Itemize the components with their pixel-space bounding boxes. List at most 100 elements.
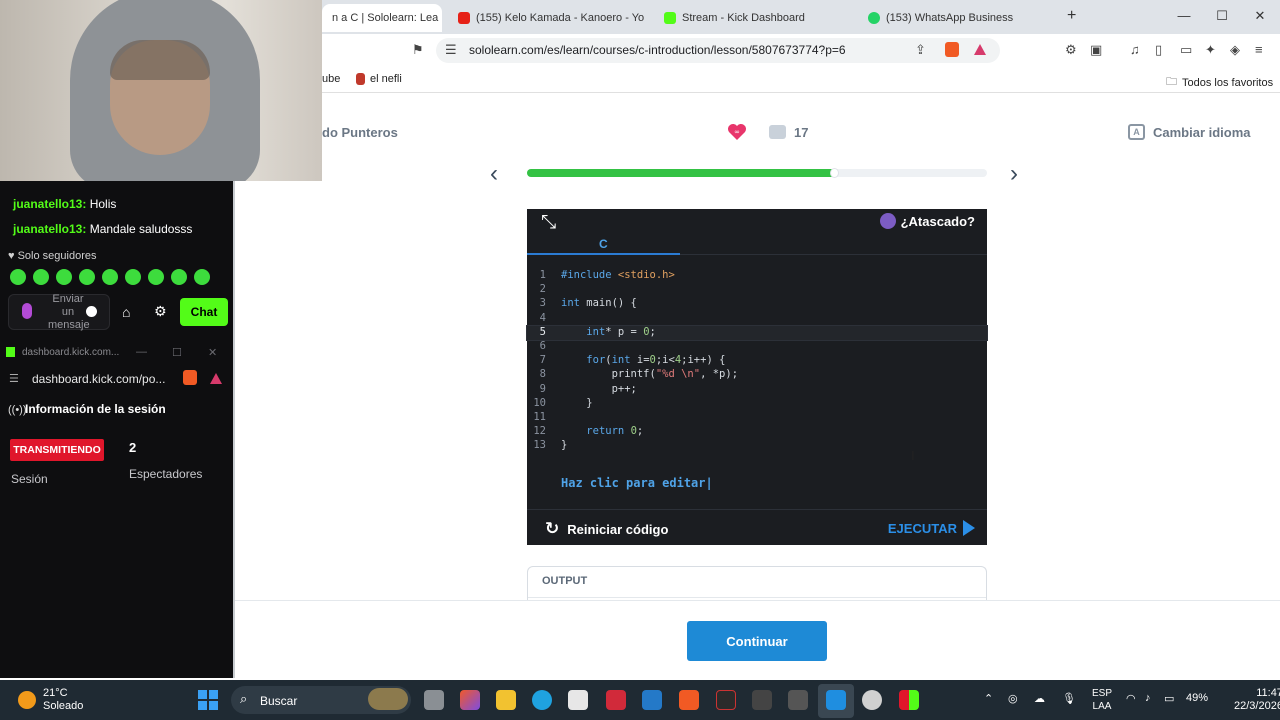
store-icon[interactable]: ⌂ [122, 304, 130, 320]
taskbar-clock[interactable]: 11:47 22/3/2026 [1234, 687, 1280, 713]
bookmark-ube[interactable]: ube [322, 73, 340, 85]
site-settings-icon[interactable]: ☰ [9, 372, 19, 385]
brave-shields-icon[interactable] [183, 370, 197, 385]
code-line[interactable]: 1 #include <stdio.h> [527, 269, 987, 283]
cloud-icon[interactable]: ☁ [1034, 692, 1045, 705]
active-app-icon[interactable] [826, 690, 846, 710]
brave-rewards-icon[interactable] [210, 373, 222, 384]
chat-username[interactable]: juanatello13: [13, 222, 86, 236]
leo-icon[interactable]: ✦ [1205, 42, 1216, 58]
heart-icon[interactable]: ∞ [727, 123, 747, 141]
wallet-icon[interactable]: ▭ [1180, 42, 1192, 58]
emoji-icon[interactable] [86, 306, 97, 317]
volume-icon[interactable]: ♪ [1145, 692, 1151, 704]
chevron-up-icon[interactable]: ⌃ [984, 692, 993, 705]
reset-code-button[interactable]: ↻ Reiniciar código [545, 519, 668, 539]
settings-app-icon[interactable] [788, 690, 808, 710]
code-line[interactable]: 4 [527, 312, 987, 326]
input-language[interactable]: ESP LAA [1092, 687, 1112, 713]
chat-send-button[interactable]: Chat [180, 298, 228, 326]
minimize-icon[interactable]: — [136, 346, 147, 358]
emote-icon[interactable] [125, 269, 141, 285]
site-settings-icon[interactable]: ☰ [445, 42, 457, 58]
emote-icon[interactable] [56, 269, 72, 285]
bookmark-folder-favorites[interactable]: 🗀 Todos los favoritos [1166, 73, 1273, 92]
brave-rewards-icon[interactable] [974, 44, 986, 55]
emote-icon[interactable] [148, 269, 164, 285]
gear-icon[interactable]: ⚙ [154, 303, 167, 320]
minimize-icon[interactable]: — [1174, 8, 1194, 23]
close-window-icon[interactable]: ✕ [1250, 8, 1270, 24]
comments-icon[interactable] [769, 125, 786, 139]
brave-icon[interactable] [679, 690, 699, 710]
mcafee-icon[interactable] [606, 690, 626, 710]
vpn-icon[interactable]: ◈ [1230, 42, 1240, 58]
emote-icon[interactable] [79, 269, 95, 285]
extensions-icon[interactable]: ⚙ [1065, 42, 1077, 58]
network-app-icon[interactable] [752, 690, 772, 710]
obs-icon[interactable] [716, 690, 736, 710]
wifi-icon[interactable]: ◠ [1126, 692, 1136, 705]
change-language-link[interactable]: Cambiar idioma [1153, 125, 1251, 140]
code-area[interactable]: 1 #include <stdio.h> 2 3 int main() {4 5 int*… [526, 269, 988, 453]
battery-icon[interactable]: ▭ [1164, 692, 1174, 705]
emote-icon[interactable] [10, 269, 26, 285]
vscode-icon[interactable] [642, 690, 662, 710]
expand-icon[interactable]: ⤡ [541, 212, 556, 234]
code-line[interactable]: 13} [527, 439, 987, 453]
emote-icon[interactable] [194, 269, 210, 285]
screenshot-icon[interactable]: ▣ [1090, 42, 1102, 58]
mic-icon[interactable] [22, 303, 32, 319]
emote-icon[interactable] [102, 269, 118, 285]
next-arrow-icon[interactable]: › [1010, 160, 1018, 188]
emote-icon[interactable] [33, 269, 49, 285]
previous-arrow-icon[interactable]: ‹ [490, 160, 498, 188]
close-icon[interactable]: ✕ [208, 346, 217, 359]
code-line[interactable]: 5 int* p = 0; [526, 324, 988, 341]
maximize-icon[interactable]: ☐ [1212, 8, 1232, 24]
url-text[interactable]: sololearn.com/es/learn/courses/c-introdu… [469, 43, 846, 57]
task-view-icon[interactable] [424, 690, 444, 710]
app-grid-icon[interactable] [899, 690, 919, 710]
code-line[interactable]: 12 return 0; [527, 425, 987, 439]
bookmark-el-nefli[interactable]: el nefli [356, 73, 402, 85]
tab-youtube[interactable]: (155) Kelo Kamada - Kanoero - Yo [448, 4, 648, 32]
store-icon[interactable] [568, 690, 588, 710]
weather-sun-icon[interactable] [18, 691, 36, 709]
share-icon[interactable]: ⇪ [915, 42, 926, 58]
code-line[interactable]: 8 printf("%d \n", *p); [527, 368, 987, 382]
run-button[interactable]: EJECUTAR [888, 520, 975, 536]
tab-whatsapp[interactable]: (153) WhatsApp Business [858, 4, 1058, 32]
maximize-icon[interactable]: ☐ [172, 346, 182, 359]
tab-c[interactable]: C [599, 237, 608, 251]
code-line[interactable]: 11 [527, 411, 987, 425]
code-line[interactable]: 6 [527, 340, 987, 354]
code-line[interactable]: 10 } [527, 397, 987, 411]
bookmark-icon[interactable]: ⚑ [412, 42, 424, 58]
edge-icon[interactable] [532, 690, 552, 710]
code-line[interactable]: 2 [527, 283, 987, 297]
code-line[interactable]: 9 p++; [527, 383, 987, 397]
file-explorer-icon[interactable] [496, 690, 516, 710]
code-line[interactable]: 3 int main() { [527, 297, 987, 311]
edit-hint[interactable]: Haz clic para editar| [561, 476, 713, 490]
start-button[interactable] [198, 690, 218, 710]
brave-shields-icon[interactable] [945, 42, 959, 57]
mic-tray-icon[interactable]: 🎙 [1062, 692, 1076, 705]
media-icon[interactable]: ♫ [1130, 42, 1140, 57]
chat-username[interactable]: juanatello13: [13, 197, 86, 211]
weather-widget[interactable]: 21°C Soleado [43, 687, 83, 713]
continue-button[interactable]: Continuar [687, 621, 827, 661]
tab-sololearn[interactable]: n a C | Sololearn: Lea ✕ [322, 4, 442, 32]
comments-count[interactable]: 17 [794, 125, 808, 140]
emote-icon[interactable] [171, 269, 187, 285]
menu-icon[interactable]: ≡ [1255, 42, 1263, 57]
tab-kick-dashboard[interactable]: Stream - Kick Dashboard [654, 4, 854, 32]
stuck-button[interactable]: ¿Atascado? [879, 213, 975, 229]
translate-icon[interactable]: A [1128, 124, 1145, 140]
copilot-icon[interactable] [460, 690, 480, 710]
chrome-icon[interactable] [862, 690, 882, 710]
new-tab-button[interactable]: + [1067, 7, 1076, 25]
dashboard-url[interactable]: dashboard.kick.com/po... [32, 372, 165, 386]
code-line[interactable]: 7 for(int i=0;i<4;i++) { [527, 354, 987, 368]
